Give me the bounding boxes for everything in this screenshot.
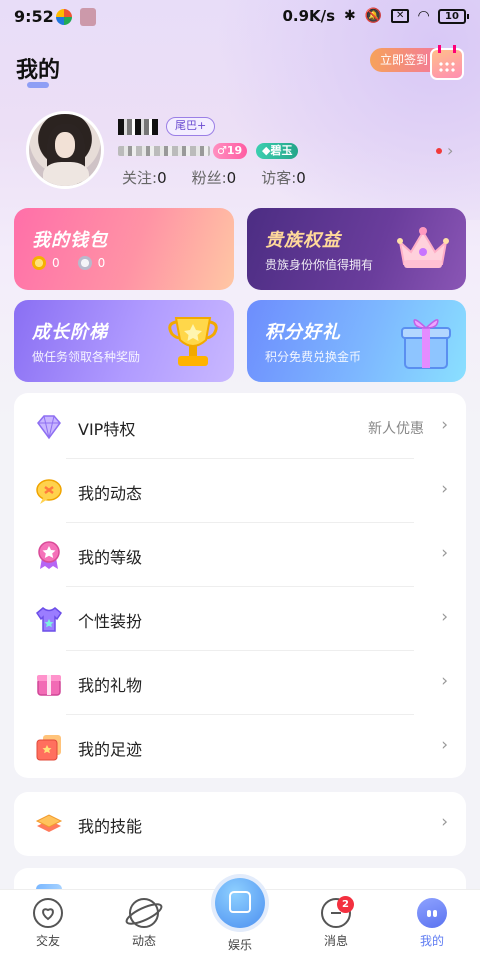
chat-bubble-icon (36, 479, 62, 504)
app-notification-icon (56, 9, 72, 25)
silver-balance: 0 (97, 256, 106, 270)
face-icon (417, 898, 447, 928)
nav-label: 娱乐 (227, 938, 252, 952)
noble-card[interactable]: 贵族权益 贵族身份你值得拥有 (247, 208, 466, 290)
jade-badge: ◆碧玉 (256, 143, 299, 159)
mute-bell-icon: 🔕 (364, 8, 383, 24)
notification-dot (436, 148, 442, 154)
points-title: 积分好礼 (265, 322, 341, 343)
medal-icon (38, 541, 60, 569)
nav-tab-friends[interactable]: 交友 (18, 898, 78, 949)
diamond-icon (37, 415, 61, 440)
growth-card[interactable]: 成长阶梯 做任务领取各种奖励 (14, 300, 234, 382)
chevron-right-icon: › (441, 543, 448, 563)
heart-icon (33, 898, 63, 928)
chevron-right-icon: › (441, 671, 448, 691)
wallet-title: 我的钱包 (32, 230, 108, 251)
status-time: 9:52 (14, 7, 54, 26)
nav-tab-moments[interactable]: 动态 (114, 898, 174, 949)
menu-item-skills[interactable]: 我的技能 › (14, 792, 466, 856)
nav-tab-messages[interactable]: 消息 (306, 898, 366, 949)
message-count-badge: 2 (337, 896, 354, 913)
growth-subtitle: 做任务领取各种奖励 (32, 350, 141, 364)
tail-badge[interactable]: 尾巴+ (166, 117, 216, 136)
network-speed: 0.9K/s (282, 7, 336, 25)
menu-label: 个性装扮 (78, 612, 143, 631)
trophy-icon (168, 317, 218, 366)
menu-label: 我的礼物 (78, 676, 143, 695)
nav-tab-entertainment[interactable] (215, 878, 265, 928)
stat-fans[interactable]: 粉丝:0 (192, 167, 237, 188)
planet-icon (125, 898, 163, 928)
nav-label: 交友 (35, 934, 60, 948)
app-notification-icon-2 (80, 8, 96, 26)
status-bar: 9:52 0.9K/s ✱ 🔕 ✕ ◠ 10 (0, 0, 480, 34)
chevron-right-icon: › (441, 735, 448, 755)
level-value: 19 (226, 144, 243, 157)
menu-item-vip[interactable]: VIP特权 新人优惠 › (14, 395, 466, 459)
menu-label: VIP特权 (78, 420, 136, 439)
profile-stats: 关注:0 粉丝:0 访客:0 (122, 167, 306, 188)
skills-row: 我的技能 › (14, 792, 466, 856)
chevron-right-icon: › (441, 812, 448, 832)
wallet-balances: 0 0 (32, 256, 105, 270)
noble-subtitle: 贵族身份你值得拥有 (265, 258, 374, 272)
title-underline (27, 82, 49, 88)
silver-coin-icon (77, 256, 92, 270)
menu-label: 我的技能 (78, 817, 143, 836)
chevron-right-icon[interactable]: › (447, 141, 453, 160)
username-redacted (118, 119, 158, 135)
status-indicators: 0.9K/s ✱ 🔕 ✕ ◠ 10 (282, 7, 469, 25)
points-card[interactable]: 积分好礼 积分免费兑换金币 (247, 300, 466, 382)
menu-item-dressup[interactable]: 个性装扮 › (14, 587, 466, 651)
gift-box-icon (401, 319, 451, 369)
menu-list: VIP特权 新人优惠 › 我的动态 › 我的等级 › 个性装扮 › 我的礼物 ›… (14, 393, 466, 778)
home-icon (229, 891, 251, 913)
gift-box-icon (37, 675, 61, 696)
user-id-redacted (118, 146, 210, 156)
menu-item-gifts[interactable]: 我的礼物 › (14, 651, 466, 715)
stat-following[interactable]: 关注:0 (122, 167, 167, 188)
gold-balance: 0 (52, 256, 60, 270)
growth-title: 成长阶梯 (32, 322, 108, 343)
footprint-card-icon (36, 735, 61, 761)
layers-icon (35, 814, 63, 832)
avatar[interactable] (26, 111, 104, 189)
page-title: 我的 (16, 58, 61, 83)
menu-label: 我的足迹 (78, 740, 143, 759)
jade-label: 碧玉 (270, 144, 293, 157)
chevron-right-icon: › (441, 415, 448, 435)
chevron-right-icon: › (441, 479, 448, 499)
nav-label: 消息 (323, 934, 348, 948)
chevron-right-icon: › (441, 607, 448, 627)
level-badge: ♂19 (213, 143, 248, 159)
gold-coin-icon (32, 256, 46, 270)
wallet-card[interactable]: 我的钱包 0 0 (14, 208, 234, 290)
menu-item-moments[interactable]: 我的动态 › (14, 459, 466, 523)
noble-title: 贵族权益 (265, 230, 341, 251)
menu-label: 我的等级 (78, 548, 143, 567)
nav-label: 动态 (131, 934, 156, 948)
menu-item-footprint[interactable]: 我的足迹 › (14, 715, 466, 779)
wifi-icon: ◠ (418, 8, 429, 24)
calendar-icon[interactable] (430, 45, 464, 80)
nav-label: 我的 (419, 934, 444, 948)
vip-promo-text: 新人优惠 (368, 421, 424, 437)
nav-tab-me[interactable]: 我的 (402, 898, 462, 949)
stat-visitors[interactable]: 访客:0 (261, 167, 306, 188)
bluetooth-icon: ✱ (344, 8, 356, 24)
points-subtitle: 积分免费兑换金币 (265, 350, 362, 364)
shirt-icon (36, 607, 62, 632)
crown-icon (397, 227, 449, 268)
checkin-button[interactable]: 立即签到 (370, 48, 439, 72)
menu-item-level[interactable]: 我的等级 › (14, 523, 466, 587)
no-sim-icon: ✕ (391, 9, 410, 23)
battery-icon: 10 (438, 8, 469, 24)
menu-label: 我的动态 (78, 484, 143, 503)
